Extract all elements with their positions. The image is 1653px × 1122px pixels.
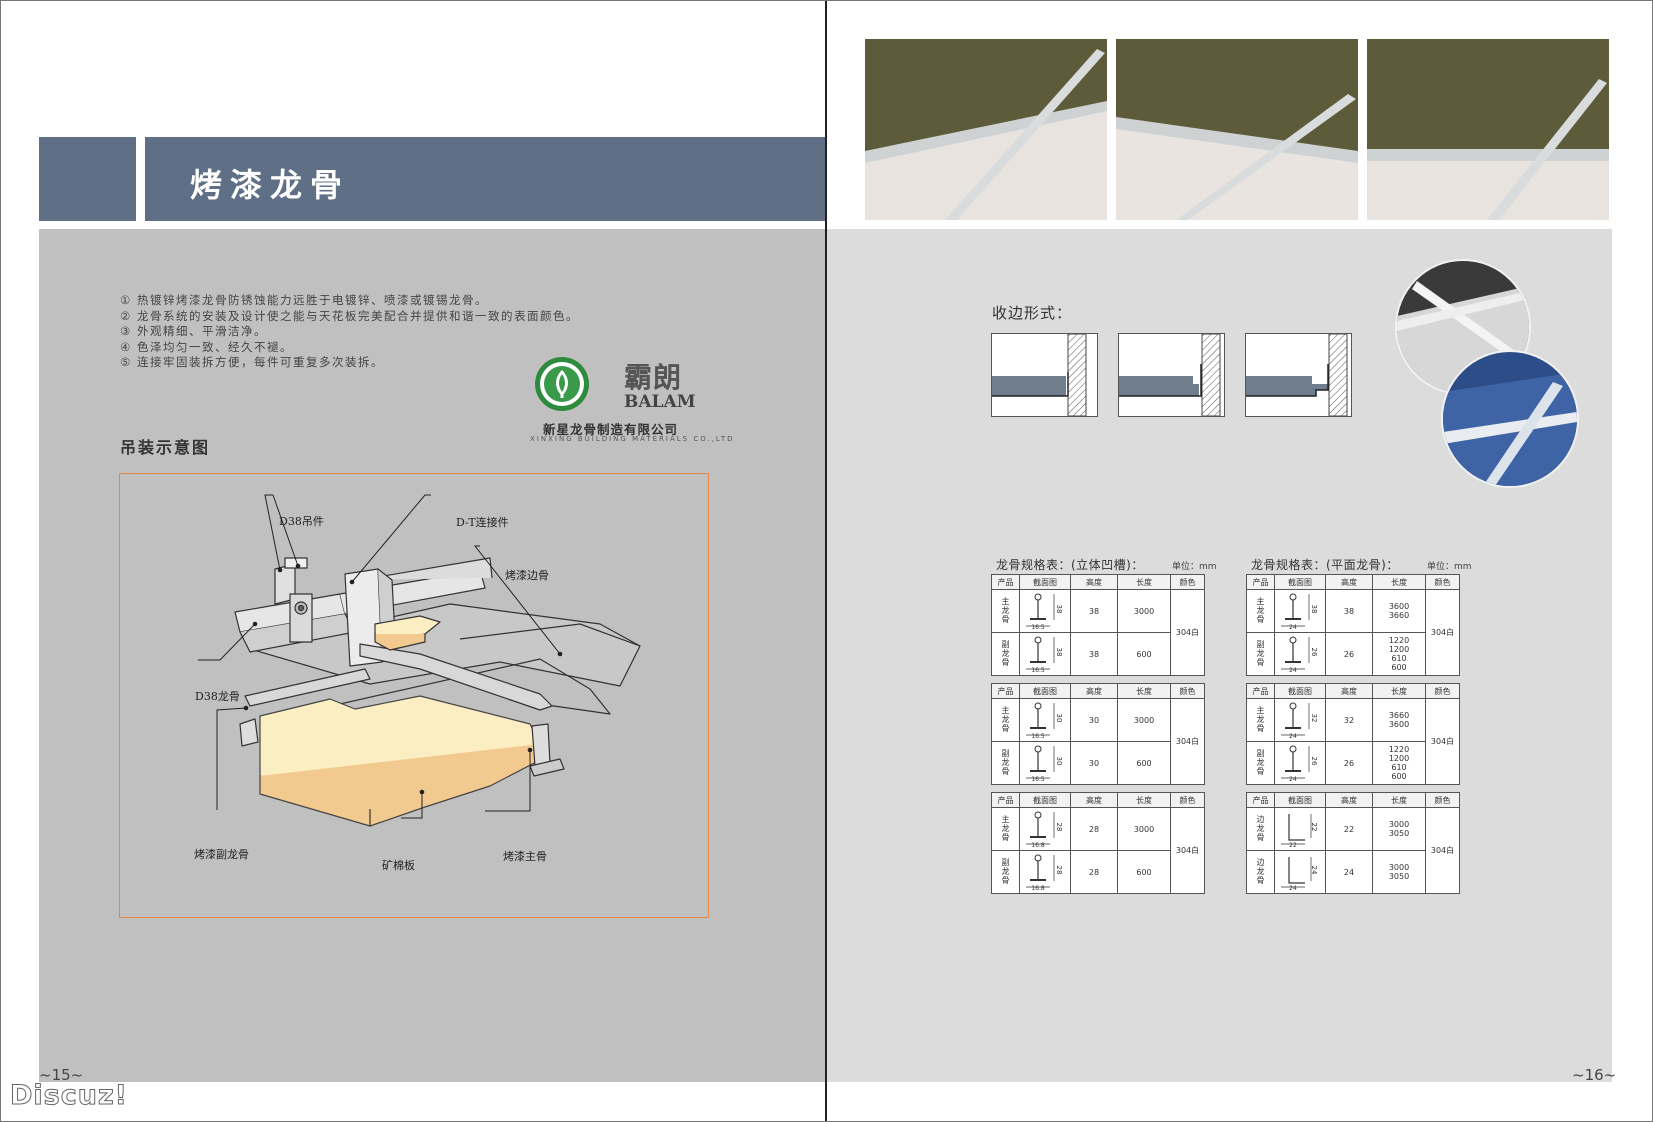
page-border xyxy=(0,0,1653,1122)
